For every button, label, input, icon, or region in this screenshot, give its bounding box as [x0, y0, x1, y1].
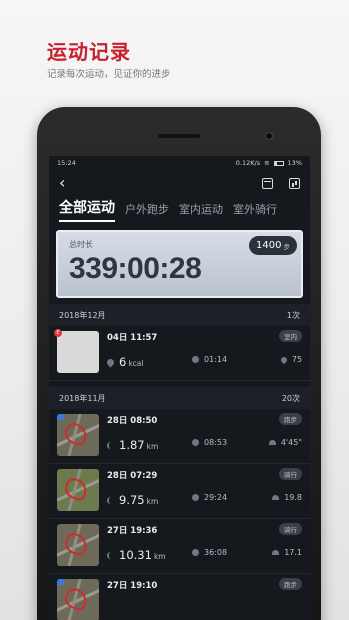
- network-speed: 0.12K/s: [235, 159, 261, 167]
- duration-stat: 01:14: [192, 355, 227, 364]
- tab-outdoor-run[interactable]: 户外跑步: [125, 201, 169, 222]
- speed-stat: 17.1: [272, 548, 302, 557]
- distance-value: 10.31: [119, 548, 152, 562]
- distance-icon: [107, 441, 114, 449]
- month-header: 2018年11月 20次: [49, 387, 310, 409]
- speed-value: 19.8: [284, 493, 302, 502]
- phone-speaker: [158, 134, 200, 138]
- record-date: 28日 07:29: [107, 471, 158, 481]
- record-date: 04日 11:57: [107, 333, 158, 343]
- heart-rate-stat: 75: [279, 355, 302, 364]
- record-row[interactable]: 28日 07:29 骑行 9.75 km 29:24 19.8: [49, 464, 310, 519]
- record-row[interactable]: 28日 08:50 跑步 1.87 km 08:53 4'45": [49, 409, 310, 464]
- distance-value: 1.87: [119, 438, 145, 452]
- record-date: 28日 08:50: [107, 416, 158, 426]
- duration-value: 36:08: [204, 548, 228, 557]
- distance-stat: 10.31 km: [107, 548, 166, 562]
- steps-unit: 步: [283, 242, 291, 251]
- month-label: 2018年11月: [59, 393, 106, 403]
- pace-value: 4'45": [280, 438, 302, 447]
- heart-rate-value: 75: [291, 355, 302, 364]
- phone-frame: 15:24 0.12K/s ≋ 13% ‹ 全部运动 户外跑步 室内运动 室外骑…: [37, 107, 321, 620]
- month-count: 20次: [281, 393, 300, 403]
- run-badge-icon: [57, 414, 64, 420]
- distance-icon: [107, 551, 114, 559]
- top-bar: ‹: [49, 170, 310, 196]
- indoor-badge-icon: E: [54, 329, 62, 337]
- distance-unit: km: [146, 497, 159, 506]
- record-type-badge: 骑行: [279, 468, 302, 480]
- distance-unit: km: [153, 552, 166, 561]
- distance-icon: [107, 496, 114, 504]
- battery-icon: [273, 160, 284, 166]
- distance-value: 9.75: [119, 493, 145, 507]
- steps-count: 1400: [256, 240, 282, 251]
- speed-value: 17.1: [284, 548, 302, 557]
- speedometer-icon: [268, 440, 276, 445]
- back-arrow-icon[interactable]: ‹: [59, 175, 65, 191]
- sport-tabs: 全部运动 户外跑步 室内运动 室外骑行: [49, 196, 310, 222]
- record-date: 27日 19:10: [107, 581, 158, 591]
- month-count: 1次: [286, 310, 300, 320]
- route-map-thumbnail: [57, 469, 99, 511]
- record-type-badge: 跑步: [279, 578, 302, 590]
- steps-badge[interactable]: 1400 步: [249, 236, 297, 255]
- heart-icon: [279, 355, 289, 364]
- duration-value: 29:24: [204, 493, 228, 502]
- clock-icon: [192, 494, 199, 501]
- tab-indoor[interactable]: 室内运动: [179, 201, 223, 222]
- speedometer-icon: [272, 495, 280, 500]
- month-header: 2018年12月 1次: [49, 304, 310, 326]
- bar-chart-icon[interactable]: [289, 177, 300, 189]
- duration-stat: 08:53: [192, 438, 227, 447]
- record-type-badge: 骑行: [279, 523, 302, 535]
- wifi-icon: ≋: [264, 159, 270, 167]
- record-type-badge: 室内: [279, 330, 302, 342]
- run-badge-icon: [57, 579, 64, 585]
- battery-level: 13%: [287, 159, 302, 167]
- distance-unit: km: [146, 442, 159, 451]
- record-type-badge: 跑步: [279, 413, 302, 425]
- total-duration-card: 总时长 339:00:28 1400 步: [56, 230, 303, 298]
- flame-icon: [105, 357, 116, 367]
- month-label: 2018年12月: [59, 310, 106, 320]
- record-row[interactable]: 27日 19:36 骑行 10.31 km 36:08 17.1: [49, 519, 310, 574]
- promo-subtitle: 记录每次运动，见证你的进步: [47, 69, 171, 80]
- distance-stat: 1.87 km: [107, 438, 158, 452]
- speedometer-icon: [272, 550, 280, 555]
- calories-unit: kcal: [128, 359, 144, 368]
- tab-all[interactable]: 全部运动: [59, 197, 115, 222]
- record-date: 27日 19:36: [107, 526, 158, 536]
- calories-value: 6: [119, 355, 127, 369]
- status-bar: 15:24 0.12K/s ≋ 13%: [49, 156, 310, 170]
- clock-icon: [192, 439, 199, 446]
- status-time: 15:24: [57, 159, 76, 167]
- duration-stat: 29:24: [192, 493, 227, 502]
- route-map-thumbnail: [57, 524, 99, 566]
- duration-value: 01:14: [204, 355, 228, 364]
- phone-camera: [265, 132, 273, 140]
- clock-icon: [192, 356, 199, 363]
- duration-value: 08:53: [204, 438, 228, 447]
- record-row[interactable]: E 04日 11:57 室内 6 kcal 01:14 75: [49, 326, 310, 381]
- pace-stat: 4'45": [268, 438, 302, 447]
- route-map-thumbnail: [57, 414, 99, 456]
- speed-stat: 19.8: [272, 493, 302, 502]
- app-screen: 15:24 0.12K/s ≋ 13% ‹ 全部运动 户外跑步 室内运动 室外骑…: [49, 156, 310, 620]
- total-duration-value: 339:00:28: [69, 252, 202, 285]
- record-row[interactable]: 27日 19:10 跑步: [49, 574, 310, 620]
- route-map-thumbnail: [57, 579, 99, 620]
- calories-stat: 6 kcal: [105, 355, 144, 369]
- record-thumbnail: E: [54, 329, 99, 373]
- total-duration-label: 总时长: [69, 240, 93, 249]
- clock-icon: [192, 549, 199, 556]
- tab-outdoor-cycling[interactable]: 室外骑行: [233, 201, 277, 222]
- distance-stat: 9.75 km: [107, 493, 158, 507]
- calendar-icon[interactable]: [262, 177, 273, 189]
- promo-title: 运动记录: [47, 40, 131, 64]
- duration-stat: 36:08: [192, 548, 227, 557]
